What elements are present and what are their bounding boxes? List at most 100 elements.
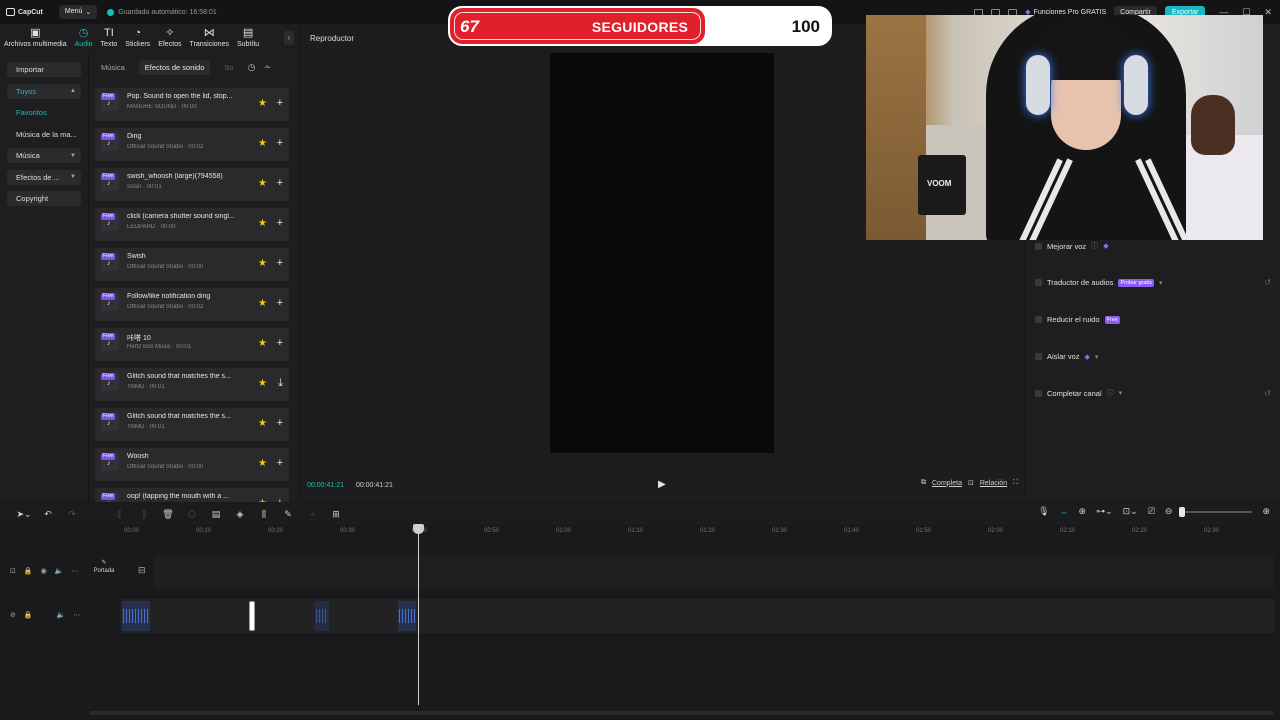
favorite-star-icon[interactable]: ★ <box>258 98 267 109</box>
link-icon[interactable]: ⇔ <box>1060 507 1069 517</box>
subtab-sound-effects[interactable]: Efectos de sonido <box>138 59 211 75</box>
snap-icon[interactable]: ⊕ <box>1079 506 1087 517</box>
close-icon[interactable]: ✕ <box>1264 7 1272 18</box>
add-icon[interactable]: + <box>277 217 283 229</box>
reset-icon[interactable]: ↺ <box>1264 278 1271 287</box>
more-icon[interactable]: ⋯ <box>71 567 78 575</box>
undo-icon[interactable]: ↶ <box>36 509 60 520</box>
zoom-slider-knob[interactable] <box>1179 506 1186 517</box>
screenshot-icon[interactable]: ⊡ <box>968 479 974 487</box>
freeze-icon[interactable]: ▤ <box>204 509 228 520</box>
sound-item[interactable]: Free ♪ Ding Official Sound Studio · 00:02 ★ + <box>95 128 289 161</box>
sound-item[interactable]: Free ♪ Glitch sound that matches the s... Y… <box>95 368 289 401</box>
sound-item[interactable]: Free ♪ Follow/like notification ding Offici… <box>95 288 289 321</box>
connect-icon[interactable]: ⊶⌄ <box>1096 506 1113 517</box>
zoom-out-icon[interactable]: ⊖ <box>1165 506 1173 517</box>
nav-item-0[interactable]: Importar <box>7 62 81 77</box>
clock-icon[interactable]: ◷ <box>248 62 256 73</box>
video-track[interactable] <box>154 555 1274 589</box>
option-checkbox[interactable] <box>1035 389 1042 397</box>
nav-item-6[interactable]: Copyright <box>7 191 81 206</box>
download-icon[interactable]: ⤓ <box>278 377 283 390</box>
timeline-scrollbar[interactable] <box>90 711 1274 715</box>
option-checkbox[interactable] <box>1035 279 1042 286</box>
favorite-star-icon[interactable]: ★ <box>258 498 267 502</box>
chevron-down-icon[interactable]: ▾ <box>1119 389 1123 397</box>
add-icon[interactable]: + <box>277 497 283 502</box>
tab-effects[interactable]: ✧ Efectos <box>154 27 185 48</box>
tab-subtitles[interactable]: ▤ Subtítu <box>233 27 263 48</box>
tab-text[interactable]: TI Texto <box>97 27 122 48</box>
filmstrip-icon[interactable]: ⊟ <box>138 565 146 576</box>
tab-stickers[interactable]: ◔ Stickers <box>121 27 154 48</box>
chevron-down-icon[interactable]: ▾ <box>1159 279 1163 287</box>
fullscreen-icon[interactable]: ⛶ <box>1013 479 1018 487</box>
split-left-icon[interactable]: ⟦ <box>108 509 132 520</box>
microphone-icon[interactable]: 🎙 <box>1038 506 1049 517</box>
option-checkbox[interactable] <box>1035 316 1042 323</box>
add-icon[interactable]: + <box>277 297 283 309</box>
fit-icon[interactable]: ⎚ <box>1148 506 1155 517</box>
cover-button[interactable]: ✎ Portada <box>90 559 118 585</box>
sound-item[interactable]: Free ♪ Woosh Official Sound Studio · 00:00 ★… <box>95 448 289 481</box>
info-icon[interactable]: ⓘ <box>1091 241 1098 251</box>
sound-item[interactable]: Free ♪ Pop. Sound to open the lid, stop...… <box>95 88 289 121</box>
complete-button[interactable]: Completa <box>932 480 962 487</box>
audio-clip[interactable] <box>398 601 416 631</box>
add-icon[interactable]: + <box>277 337 283 349</box>
option-checkbox[interactable] <box>1035 242 1042 250</box>
shield-icon[interactable]: ⬡ <box>180 509 204 520</box>
add-icon[interactable]: + <box>277 417 283 429</box>
favorite-star-icon[interactable]: ★ <box>258 458 267 469</box>
add-icon[interactable]: + <box>277 257 283 269</box>
time-ruler[interactable]: 00:0000:1000:2000:3000:4000:5001:0001:10… <box>120 525 1280 539</box>
ratio-button[interactable]: Relación <box>980 480 1007 487</box>
select-tool-icon[interactable]: ➤⌄ <box>12 509 36 520</box>
favorite-star-icon[interactable]: ★ <box>258 218 267 229</box>
subtab-music[interactable]: Música <box>95 60 131 75</box>
audio-clip[interactable] <box>315 601 329 631</box>
option-checkbox[interactable] <box>1035 353 1042 360</box>
sound-item[interactable]: Free ♪ click (camera shutter sound singl..… <box>95 208 289 241</box>
audio-track[interactable] <box>120 599 1274 633</box>
tab-transitions[interactable]: ⋈ Transiciones <box>186 27 233 48</box>
clip-trim-handle[interactable] <box>249 601 255 631</box>
favorite-star-icon[interactable]: ★ <box>258 178 267 189</box>
delete-icon[interactable]: 🗑 <box>156 509 180 520</box>
more-icon[interactable]: ⋯ <box>73 611 80 619</box>
filter-icon[interactable]: ⩪ <box>263 62 271 73</box>
nav-item-4[interactable]: Música ▼ <box>7 148 81 163</box>
chevron-right-icon[interactable]: › <box>284 31 294 45</box>
sound-item[interactable]: Free ♪ Glitch sound that matches the s... Y… <box>95 408 289 441</box>
chevron-down-icon[interactable]: ▾ <box>1095 353 1099 361</box>
favorite-star-icon[interactable]: ★ <box>258 338 267 349</box>
favorite-star-icon[interactable]: ★ <box>258 258 267 269</box>
nav-item-3[interactable]: Música de la ma... <box>7 127 81 142</box>
sound-item[interactable]: Free ♪ swish_whoosh (large)(794558) sstan ·… <box>95 168 289 201</box>
favorite-star-icon[interactable]: ★ <box>258 418 267 429</box>
eye-icon[interactable]: ◉ <box>41 567 47 575</box>
audio-split-icon[interactable]: ⫞ <box>300 509 324 520</box>
speaker-icon[interactable]: 🔈 <box>57 611 66 619</box>
tab-audio[interactable]: ◷ Audio <box>71 27 97 48</box>
thumbnail-icon[interactable]: ⊞ <box>324 509 348 520</box>
split-icon[interactable]: ⫶ <box>84 509 108 520</box>
nav-item-2[interactable]: Favoritos <box>7 105 81 120</box>
preview-canvas[interactable] <box>550 53 774 453</box>
marker-icon[interactable]: ◈ <box>228 509 252 520</box>
crop-icon[interactable]: ⧉ <box>921 479 926 487</box>
lock-icon[interactable]: 🔒 <box>24 611 33 619</box>
zoom-slider[interactable] <box>1179 506 1253 517</box>
favorite-star-icon[interactable]: ★ <box>258 138 267 149</box>
speaker-icon[interactable]: 🔈 <box>55 567 64 575</box>
add-icon[interactable]: + <box>277 457 283 469</box>
zoom-in-icon[interactable]: ⊕ <box>1262 506 1270 517</box>
menu-button[interactable]: Menú ⌄ <box>58 5 98 19</box>
tab-media[interactable]: ▣ Archivos multimedia <box>0 27 71 48</box>
add-icon[interactable]: + <box>277 177 283 189</box>
redo-icon[interactable]: ↷ <box>60 509 84 520</box>
nav-item-1[interactable]: Tuyos ▲ <box>7 83 81 99</box>
sound-item[interactable]: Free ♪ 咔嗒 10 Hertz Box Music · 00:01 ★ + <box>95 328 289 361</box>
nav-item-5[interactable]: Efectos de ... ▼ <box>7 169 81 185</box>
ai-edit-icon[interactable]: ✎ <box>276 509 300 520</box>
